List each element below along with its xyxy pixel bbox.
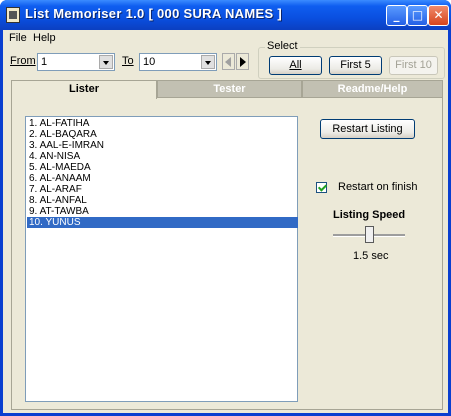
- to-label: To: [122, 55, 134, 67]
- restart-on-finish-label: Restart on finish: [338, 181, 418, 193]
- app-icon[interactable]: [6, 7, 20, 23]
- chevron-down-icon[interactable]: [99, 55, 113, 69]
- from-label: From: [10, 55, 36, 67]
- list-item[interactable]: 3. AAL-E-IMRAN: [27, 140, 298, 151]
- list-item-selected[interactable]: 10. YUNUS: [27, 217, 298, 228]
- menu-bar: File Help: [3, 30, 448, 48]
- window-title: List Memoriser 1.0 [ 000 SURA NAMES ]: [25, 6, 282, 21]
- next-arrow-icon[interactable]: [236, 53, 249, 70]
- to-select[interactable]: 10: [139, 53, 217, 71]
- minimize-button[interactable]: _: [386, 5, 407, 26]
- list-item[interactable]: 9. AT-TAWBA: [27, 206, 298, 217]
- restart-on-finish-checkbox[interactable]: [316, 182, 327, 193]
- restart-listing-button[interactable]: Restart Listing: [320, 119, 415, 139]
- select-group-title: Select: [265, 40, 300, 52]
- previous-arrow-icon[interactable]: [222, 53, 235, 70]
- select-first10-button[interactable]: First 10: [389, 56, 438, 75]
- list-item[interactable]: 2. AL-BAQARA: [27, 129, 298, 140]
- close-button[interactable]: ✕: [428, 5, 449, 26]
- select-all-button[interactable]: All: [269, 56, 322, 75]
- list-item[interactable]: 5. AL-MAEDA: [27, 162, 298, 173]
- title-bar[interactable]: List Memoriser 1.0 [ 000 SURA NAMES ] _ …: [0, 0, 451, 30]
- speed-slider-thumb[interactable]: [365, 226, 374, 243]
- menu-file[interactable]: File: [9, 32, 27, 44]
- maximize-button[interactable]: □: [407, 5, 428, 26]
- tab-lister[interactable]: Lister: [11, 80, 157, 99]
- tab-readme-help[interactable]: Readme/Help: [302, 80, 443, 98]
- chevron-down-icon[interactable]: [201, 55, 215, 69]
- from-select[interactable]: 1: [37, 53, 115, 71]
- menu-help[interactable]: Help: [33, 32, 56, 44]
- sura-listbox[interactable]: 1. AL-FATIHA 2. AL-BAQARA 3. AAL-E-IMRAN…: [25, 116, 298, 402]
- speed-value: 1.5 sec: [353, 250, 389, 262]
- list-item[interactable]: 7. AL-ARAF: [27, 184, 298, 195]
- app-window: List Memoriser 1.0 [ 000 SURA NAMES ] _ …: [0, 0, 451, 416]
- from-value: 1: [41, 56, 48, 68]
- to-value: 10: [143, 56, 156, 68]
- list-item[interactable]: 8. AL-ANFAL: [27, 195, 298, 206]
- select-first5-button[interactable]: First 5: [329, 56, 382, 75]
- list-item[interactable]: 4. AN-NISA: [27, 151, 298, 162]
- tab-tester[interactable]: Tester: [157, 80, 302, 98]
- client-area: File Help From 1 To 10 Select All First …: [3, 30, 448, 413]
- list-item[interactable]: 6. AL-ANAAM: [27, 173, 298, 184]
- tab-strip: Lister Tester Readme/Help: [11, 80, 443, 99]
- list-item[interactable]: 1. AL-FATIHA: [27, 118, 298, 129]
- listing-speed-label: Listing Speed: [333, 209, 406, 221]
